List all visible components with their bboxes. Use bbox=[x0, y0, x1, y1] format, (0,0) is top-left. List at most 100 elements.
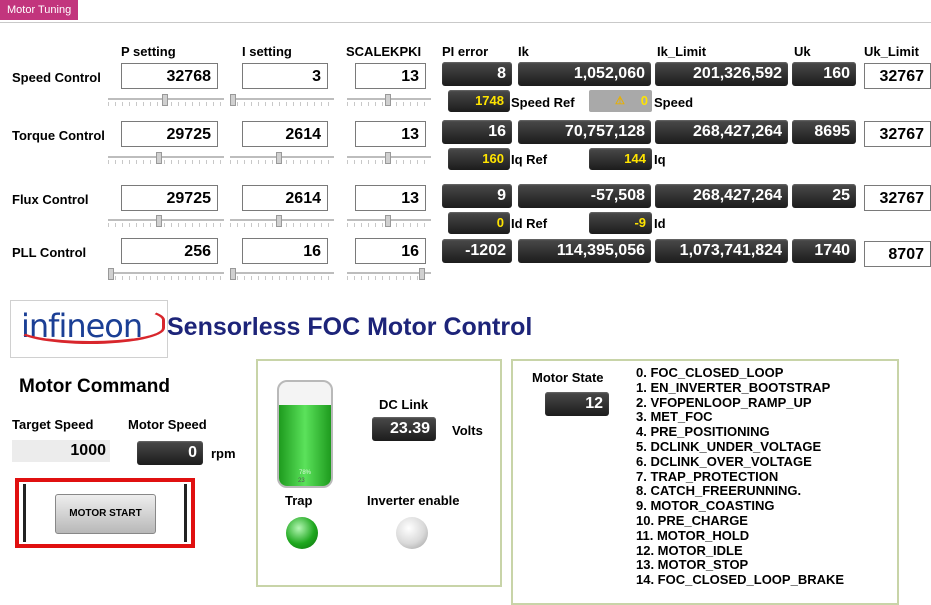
speed-ref-label: Speed Ref bbox=[511, 95, 575, 110]
speed-ik-display: 1,052,060 bbox=[518, 62, 651, 86]
flux-scale-slider[interactable] bbox=[347, 215, 431, 229]
torque-uk-limit-field[interactable]: 32767 bbox=[864, 121, 931, 147]
state-item: 14. FOC_CLOSED_LOOP_BRAKE bbox=[636, 572, 845, 588]
torque-ik-limit-display: 268,427,264 bbox=[655, 120, 788, 144]
speed-p-setting-field[interactable]: 32768 bbox=[121, 63, 218, 89]
speed-i-slider[interactable] bbox=[230, 94, 334, 108]
torque-i-setting-field[interactable]: 2614 bbox=[242, 121, 328, 147]
dc-link-display: 23.39 bbox=[372, 417, 436, 441]
flux-uk-display: 25 bbox=[792, 184, 856, 208]
motor-state-list: 0. FOC_CLOSED_LOOP 1. EN_INVERTER_BOOTST… bbox=[636, 365, 845, 588]
flux-i-slider[interactable] bbox=[230, 215, 334, 229]
motor-state-display: 12 bbox=[545, 392, 609, 416]
speed-actual-display: ⚠ 0 bbox=[589, 90, 652, 112]
iq-ref-display: 160 bbox=[448, 148, 510, 170]
speed-uk-display: 160 bbox=[792, 62, 856, 86]
state-item: 6. DCLINK_OVER_VOLTAGE bbox=[636, 453, 812, 469]
state-item: 9. MOTOR_COASTING bbox=[636, 498, 775, 514]
motor-start-button[interactable]: MOTOR START bbox=[55, 494, 156, 534]
speed-ref-display: 1748 bbox=[448, 90, 510, 112]
state-item: 2. VFOPENLOOP_RAMP_UP bbox=[636, 394, 812, 410]
tank-percent: 78% bbox=[298, 470, 311, 476]
speed-i-setting-field[interactable]: 3 bbox=[242, 63, 328, 89]
pll-p-setting-field[interactable]: 256 bbox=[121, 238, 218, 264]
state-item: 1. EN_INVERTER_BOOTSTRAP bbox=[636, 379, 831, 395]
state-item: 7. TRAP_PROTECTION bbox=[636, 468, 779, 484]
speed-scalekpki-field[interactable]: 13 bbox=[355, 63, 426, 89]
state-item: 4. PRE_POSITIONING bbox=[636, 424, 770, 440]
inverter-enable-indicator bbox=[396, 517, 428, 549]
app-title: Sensorless FOC Motor Control bbox=[167, 313, 533, 341]
flux-pi-error-display: 9 bbox=[442, 184, 512, 208]
pll-scale-slider[interactable] bbox=[347, 268, 431, 282]
speed-uk-limit-field[interactable]: 32767 bbox=[864, 63, 931, 89]
col-header-uk-limit: Uk_Limit bbox=[864, 44, 919, 59]
col-header-scalekpki: SCALEKPKI bbox=[346, 44, 422, 59]
id-actual-label: Id bbox=[654, 216, 666, 231]
torque-p-setting-field[interactable]: 29725 bbox=[121, 121, 218, 147]
state-item: 10. PRE_CHARGE bbox=[636, 512, 748, 528]
pll-uk-limit-field[interactable]: 8707 bbox=[864, 241, 931, 267]
row-label-torque-control: Torque Control bbox=[12, 128, 105, 143]
pll-p-slider[interactable] bbox=[108, 268, 224, 282]
flux-p-setting-field[interactable]: 29725 bbox=[121, 185, 218, 211]
id-ref-label: Id Ref bbox=[511, 216, 548, 231]
trap-label: Trap bbox=[285, 493, 313, 508]
pll-scalekpki-field[interactable]: 16 bbox=[355, 238, 426, 264]
tab-motor-tuning[interactable]: Motor Tuning bbox=[0, 0, 79, 20]
speed-p-slider[interactable] bbox=[108, 94, 224, 108]
col-header-ik-limit: Ik_Limit bbox=[657, 44, 707, 59]
motor-command-heading: Motor Command bbox=[19, 376, 170, 397]
pll-i-setting-field[interactable]: 16 bbox=[242, 238, 328, 264]
flux-ik-limit-display: 268,427,264 bbox=[655, 184, 788, 208]
pll-uk-display: 1740 bbox=[792, 239, 856, 263]
flux-p-slider[interactable] bbox=[108, 215, 224, 229]
motor-speed-display: 0 bbox=[137, 441, 203, 465]
volts-label: Volts bbox=[452, 423, 483, 438]
flux-i-setting-field[interactable]: 2614 bbox=[242, 185, 328, 211]
state-item: 0. FOC_CLOSED_LOOP bbox=[636, 365, 784, 380]
speed-actual-label: Speed bbox=[654, 95, 694, 110]
infineon-logo: infineon bbox=[10, 300, 168, 358]
speed-ik-limit-display: 201,326,592 bbox=[655, 62, 788, 86]
torque-scalekpki-field[interactable]: 13 bbox=[355, 121, 426, 147]
target-speed-label: Target Speed bbox=[12, 417, 94, 432]
rpm-label: rpm bbox=[211, 446, 236, 461]
state-item: 11. MOTOR_HOLD bbox=[636, 527, 750, 543]
target-speed-field[interactable]: 1000 bbox=[12, 440, 110, 462]
torque-ik-display: 70,757,128 bbox=[518, 120, 651, 144]
row-label-flux-control: Flux Control bbox=[12, 192, 89, 207]
row-label-speed-control: Speed Control bbox=[12, 70, 101, 85]
speed-scale-slider[interactable] bbox=[347, 94, 431, 108]
flux-uk-limit-field[interactable]: 32767 bbox=[864, 185, 931, 211]
pll-pi-error-display: -1202 bbox=[442, 239, 512, 263]
torque-p-slider[interactable] bbox=[108, 152, 224, 166]
dc-tank-gauge: 78% bbox=[277, 380, 333, 488]
torque-pi-error-display: 16 bbox=[442, 120, 512, 144]
warning-icon: ⚠ bbox=[615, 95, 625, 107]
torque-uk-display: 8695 bbox=[792, 120, 856, 144]
state-item: 8. CATCH_FREERUNNING. bbox=[636, 483, 802, 499]
id-actual-display: -9 bbox=[589, 212, 652, 234]
iq-actual-label: Iq bbox=[654, 152, 666, 167]
speed-pi-error-display: 8 bbox=[442, 62, 512, 86]
dc-link-label: DC Link bbox=[379, 397, 429, 412]
logo-swoosh bbox=[15, 304, 165, 344]
pll-ik-limit-display: 1,073,741,824 bbox=[655, 239, 788, 263]
col-header-i-setting: I setting bbox=[242, 44, 292, 59]
pll-i-slider[interactable] bbox=[230, 268, 334, 282]
col-header-ik: Ik bbox=[518, 44, 529, 59]
torque-i-slider[interactable] bbox=[230, 152, 334, 166]
inverter-enable-label: Inverter enable bbox=[367, 493, 460, 508]
state-item: 5. DCLINK_UNDER_VOLTAGE bbox=[636, 438, 822, 454]
tank-scale-label: 23 bbox=[298, 478, 305, 484]
iq-actual-display: 144 bbox=[589, 148, 652, 170]
state-item: 3. MET_FOC bbox=[636, 409, 713, 425]
state-item: 12. MOTOR_IDLE bbox=[636, 542, 743, 558]
flux-scalekpki-field[interactable]: 13 bbox=[355, 185, 426, 211]
row-label-pll-control: PLL Control bbox=[12, 245, 87, 260]
torque-scale-slider[interactable] bbox=[347, 152, 431, 166]
id-ref-display: 0 bbox=[448, 212, 510, 234]
state-item: 13. MOTOR_STOP bbox=[636, 557, 749, 573]
iq-ref-label: Iq Ref bbox=[511, 152, 548, 167]
